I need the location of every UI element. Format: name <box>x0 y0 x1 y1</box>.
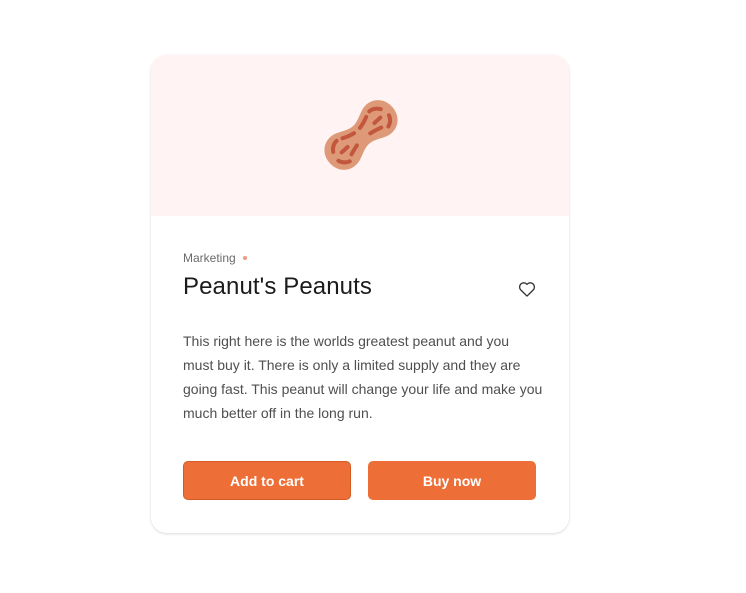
peanut-icon <box>324 100 398 170</box>
add-to-cart-button[interactable]: Add to cart <box>183 461 351 500</box>
product-description: This right here is the worlds greatest p… <box>183 333 543 421</box>
product-title: Peanut's Peanuts <box>183 273 372 300</box>
product-image-area <box>151 55 569 216</box>
product-category: Marketing <box>183 251 247 265</box>
category-dot <box>242 256 247 260</box>
heart-icon[interactable] <box>517 279 537 299</box>
category-label: Marketing <box>183 251 236 265</box>
buy-now-button[interactable]: Buy now <box>368 461 536 500</box>
product-card: Marketing Peanut's Peanuts This right he… <box>151 55 569 533</box>
